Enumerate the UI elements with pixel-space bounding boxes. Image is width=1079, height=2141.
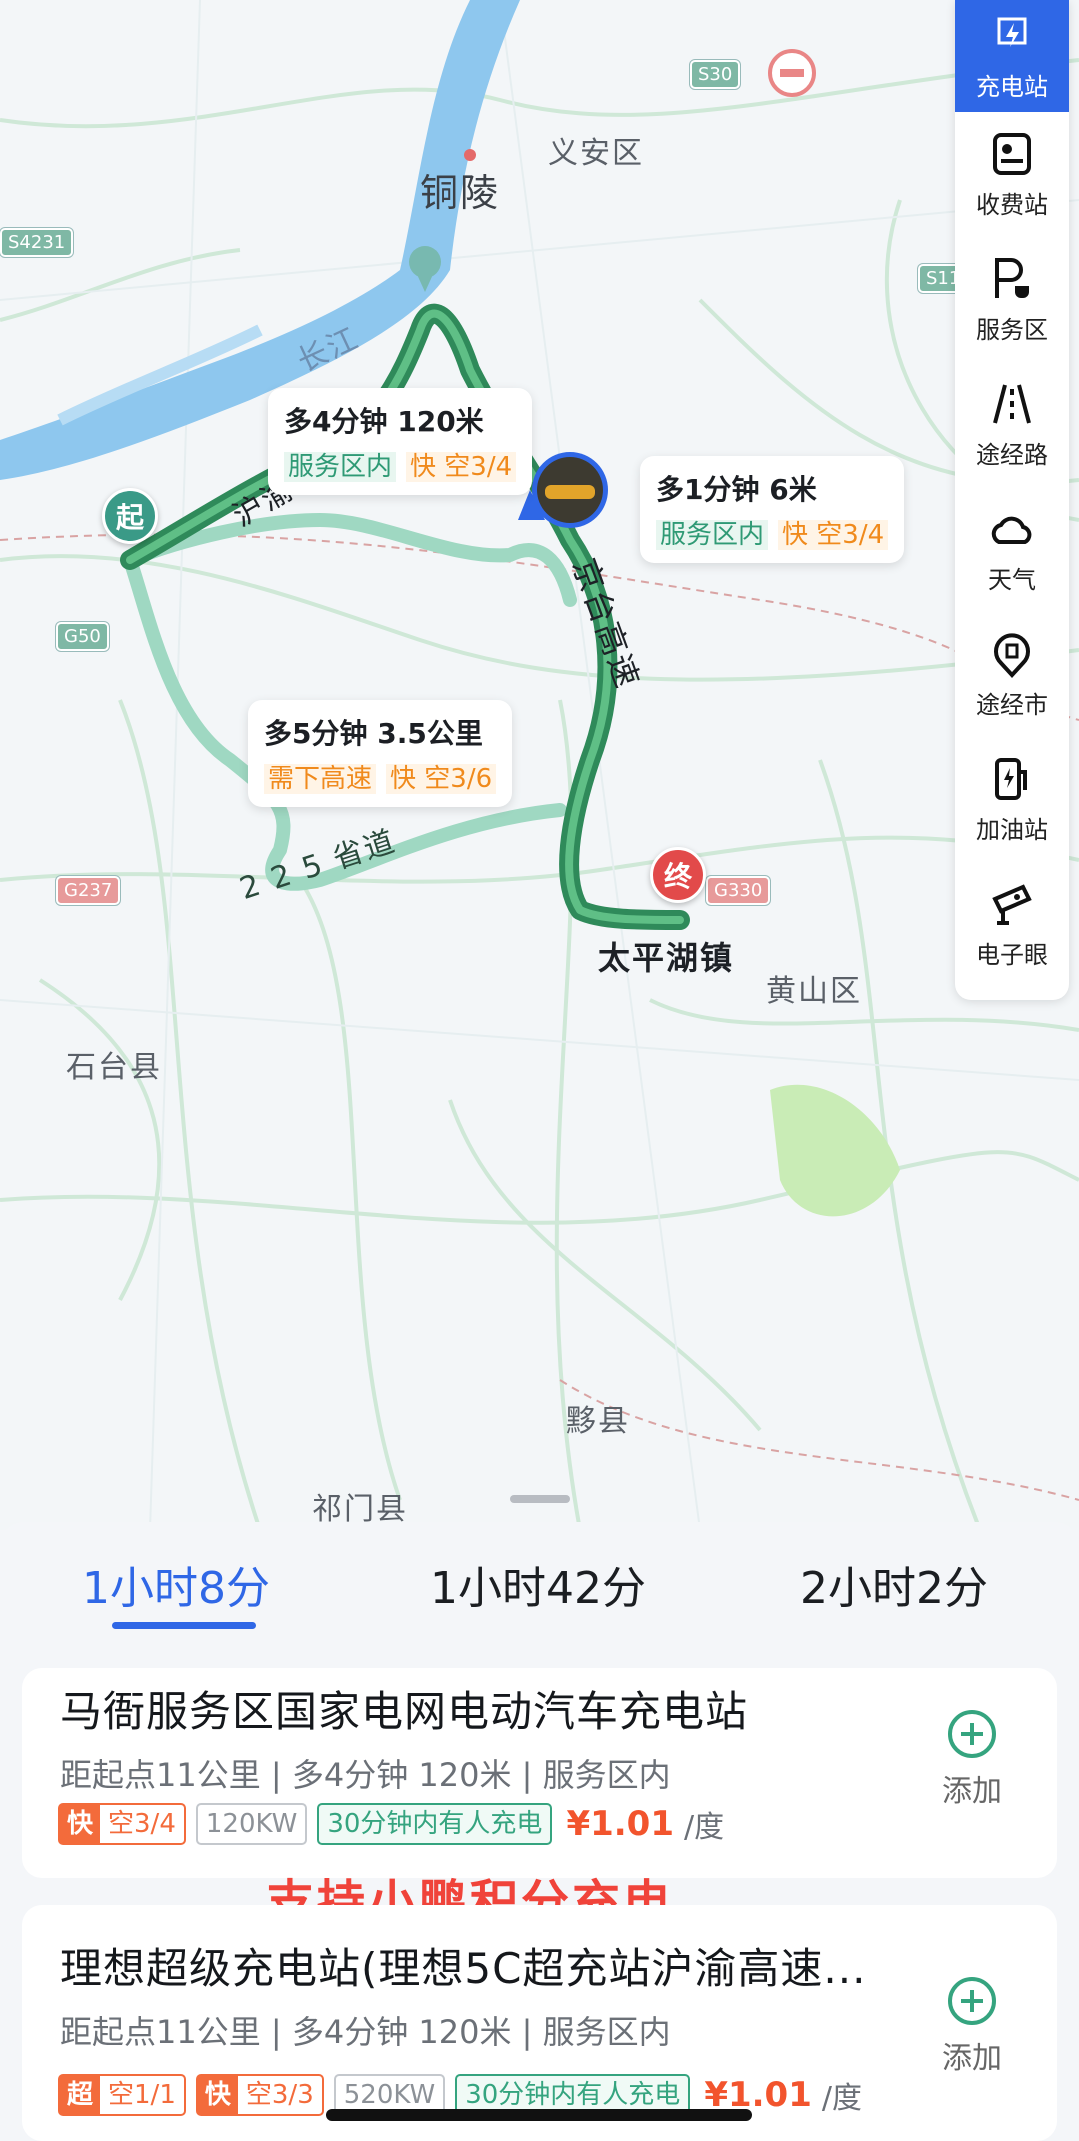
tab-route-2[interactable]: 1小时42分 — [430, 1552, 646, 1616]
station-detail: 距起点11公里 | 多4分钟 120米 | 服务区内 — [60, 1756, 671, 1794]
tool-service-area[interactable]: 服务区 — [955, 237, 1069, 362]
camera-icon — [992, 884, 1032, 925]
start-pin[interactable]: 起 — [102, 488, 158, 544]
tool-label: 加油站 — [976, 816, 1048, 844]
tool-label: 服务区 — [976, 316, 1048, 344]
station-callout-2[interactable]: 多1分钟 6米 服务区内快 空3/4 — [640, 456, 905, 563]
tool-label: 天气 — [988, 566, 1036, 594]
fast-charger-tag: 快空3/3 — [195, 2074, 324, 2116]
station-name: 马衙服务区国家电网电动汽车充电站 — [60, 1687, 749, 1736]
service-area-icon — [995, 258, 1029, 298]
tool-label: 充电站 — [976, 72, 1048, 101]
active-tab-indicator — [112, 1622, 256, 1629]
price-unit: /度 — [821, 2081, 862, 2116]
place-taipinghu: 太平湖镇 — [598, 939, 735, 977]
map-graphics — [0, 0, 1079, 1530]
shield-s4231: S4231 — [0, 228, 74, 257]
callout-2-title: 多1分钟 6米 — [656, 473, 817, 506]
toll-icon — [993, 133, 1031, 175]
tab-route-1[interactable]: 1小时8分 — [82, 1552, 270, 1616]
super-label: 超 — [60, 2076, 101, 2114]
add-label: 添加 — [942, 2041, 1002, 2076]
callout-2-tag-location: 服务区内 — [656, 520, 769, 550]
cloud-icon — [991, 516, 1032, 544]
fast-availability: 空3/3 — [245, 2080, 314, 2110]
callout-3-tag-exit: 需下高速 — [264, 764, 377, 794]
home-indicator[interactable] — [326, 2109, 752, 2121]
city-icon — [994, 633, 1030, 678]
station-detail: 距起点11公里 | 多4分钟 120米 | 服务区内 — [60, 2013, 671, 2051]
fast-charger-tag: 快空3/4 — [58, 1803, 186, 1845]
map-canvas[interactable]: 铜陵 义安区 长江 石台县 黄山区 黟县 祁门县 太平湖镇 2 2 5 省道 京… — [0, 0, 1079, 1530]
station-card-1[interactable]: 马衙服务区国家电网电动汽车充电站 距起点11公里 | 多4分钟 120米 | 服… — [22, 1668, 1057, 1878]
recent-charging-tag: 30分钟内有人充电 — [317, 1803, 553, 1845]
place-huangshan: 黄山区 — [766, 974, 862, 1009]
station-callout-1[interactable]: 多4分钟 120米 服务区内快 空3/4 — [268, 388, 533, 495]
map-toolbar: 充电站 收费站 服务区 途经路 天气 途经市 加油站 电子眼 — [955, 0, 1069, 1000]
fast-label: 快 — [197, 2076, 238, 2114]
tool-gas-station[interactable]: 加油站 — [955, 737, 1069, 862]
add-label: 添加 — [942, 1774, 1002, 1809]
station-card-2[interactable]: 理想超级充电站(理想5C超充站沪渝高速... 距起点11公里 | 多4分钟 12… — [22, 1905, 1057, 2141]
place-tongling: 铜陵 — [420, 171, 501, 215]
callout-3-title: 多5分钟 3.5公里 — [264, 717, 483, 750]
plus-circle-icon — [948, 1977, 996, 2025]
tool-label: 途经路 — [976, 441, 1048, 469]
add-station-button[interactable]: 添加 — [917, 1975, 1027, 2077]
place-shitai: 石台县 — [66, 1050, 162, 1085]
callout-3-tag-availability: 快 空3/6 — [386, 764, 497, 794]
add-station-button[interactable]: 添加 — [917, 1708, 1027, 1810]
sheet-drag-handle[interactable] — [510, 1495, 570, 1503]
place-yixian: 黟县 — [566, 1404, 630, 1439]
callout-2-tag-availability: 快 空3/4 — [778, 520, 889, 550]
shield-s30: S30 — [690, 60, 741, 89]
tool-speed-camera[interactable]: 电子眼 — [955, 862, 1069, 987]
place-yian: 义安区 — [548, 136, 644, 171]
callout-1-tag-location: 服务区内 — [284, 452, 397, 482]
callout-1-tag-availability: 快 空3/4 — [406, 452, 517, 482]
road-icon — [993, 384, 1031, 424]
tab-route-3[interactable]: 2小时2分 — [800, 1552, 988, 1616]
plus-circle-icon — [948, 1710, 996, 1758]
end-pin[interactable]: 终 — [650, 847, 706, 903]
super-availability: 空1/1 — [108, 2080, 176, 2110]
fuel-icon — [995, 758, 1027, 800]
price: ¥1.01 — [566, 1804, 674, 1844]
tool-label: 电子眼 — [976, 941, 1048, 969]
fast-availability: 空3/4 — [108, 1809, 176, 1839]
tool-toll-station[interactable]: 收费站 — [955, 112, 1069, 237]
tool-label: 途经市 — [976, 691, 1048, 719]
lightning-icon — [997, 17, 1027, 47]
station-callout-3[interactable]: 多5分钟 3.5公里 需下高速快 空3/6 — [248, 700, 513, 807]
shield-g330: G330 — [706, 876, 771, 905]
power-tag: 120KW — [195, 1803, 308, 1845]
price-unit: /度 — [683, 1810, 725, 1845]
callout-1-title: 多4分钟 120米 — [284, 405, 484, 438]
app-root: 铜陵 义安区 长江 石台县 黄山区 黟县 祁门县 太平湖镇 2 2 5 省道 京… — [0, 0, 1079, 2141]
tool-route-roads[interactable]: 途经路 — [955, 362, 1069, 487]
fast-label: 快 — [60, 1805, 101, 1843]
tool-label: 收费站 — [976, 191, 1048, 219]
super-charger-tag: 超空1/1 — [58, 2074, 186, 2116]
station-name: 理想超级充电站(理想5C超充站沪渝高速... — [60, 1944, 867, 1993]
tool-charging-station[interactable]: 充电站 — [955, 0, 1069, 112]
station-tags: 快空3/4 120KW 30分钟内有人充电 ¥1.01/度 — [58, 1802, 724, 1846]
tool-weather[interactable]: 天气 — [955, 487, 1069, 612]
route-tabs: 1小时8分 1小时42分 2小时2分 — [0, 1522, 1079, 1642]
tool-route-cities[interactable]: 途经市 — [955, 612, 1069, 737]
shield-g237: G237 — [56, 876, 121, 905]
shield-g50: G50 — [56, 622, 109, 651]
